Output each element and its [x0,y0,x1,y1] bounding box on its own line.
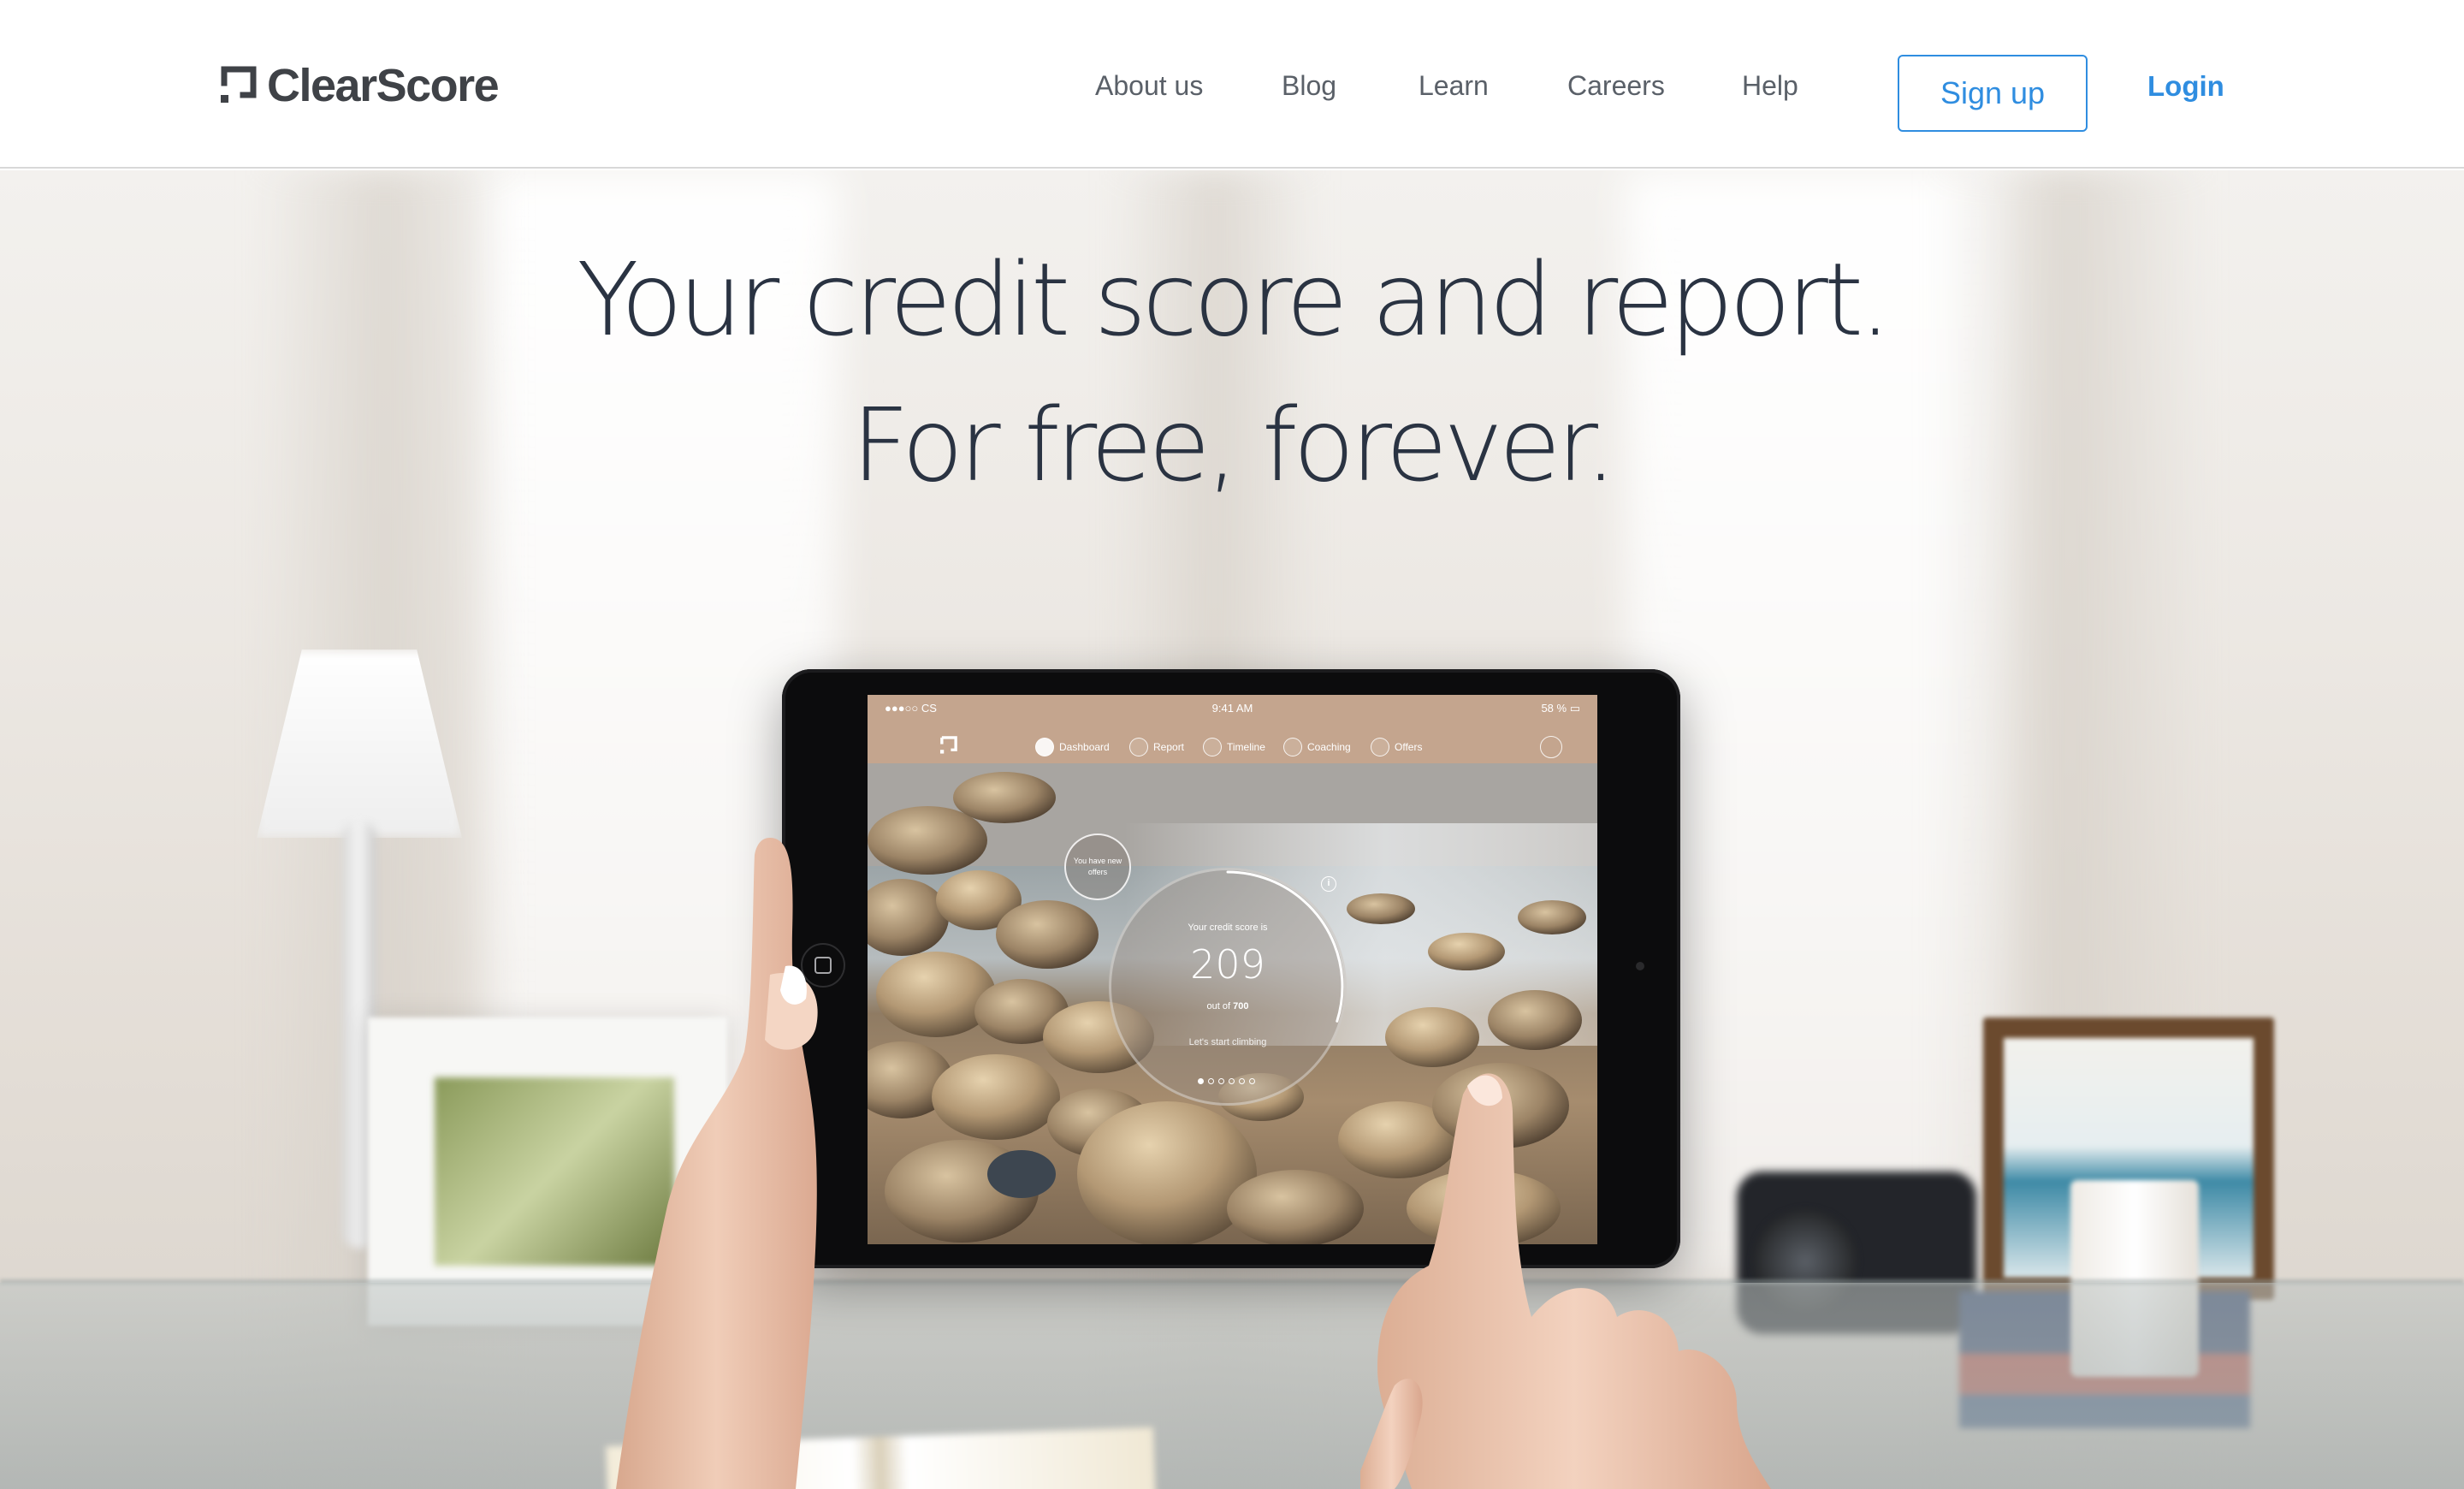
nav-help[interactable]: Help [1742,70,1798,102]
coaching-icon [1283,738,1302,756]
carousel-dot[interactable] [1208,1078,1214,1084]
hero-subheadline: For free, forever. [851,386,1616,504]
app-logo-icon[interactable] [939,736,958,755]
offers-icon [1371,738,1389,756]
hero-section: Your credit score and report. For free, … [0,170,2464,1489]
app-nav-coaching[interactable]: Coaching [1283,738,1351,756]
clearscore-logo-icon [221,66,257,105]
site-header: ClearScore About us Blog Learn Careers H… [0,0,2464,169]
battery-icon: ▭ [1569,702,1580,715]
sign-up-button[interactable]: Sign up [1898,55,2088,132]
status-time: 9:41 AM [1211,702,1253,715]
score-cta-text: Let's start climbing [1188,1037,1267,1047]
carousel-dots [1198,1078,1255,1084]
report-icon [1129,738,1148,756]
timeline-icon [1203,738,1222,756]
login-link[interactable]: Login [2147,70,2224,103]
nav-learn[interactable]: Learn [1419,70,1489,102]
nav-careers[interactable]: Careers [1567,70,1665,102]
profile-icon[interactable] [1540,736,1562,758]
app-nav-dashboard[interactable]: Dashboard [1035,738,1110,756]
glass-table [0,1283,2464,1489]
score-out-of: out of 700 [1206,1001,1249,1011]
app-navigation: Dashboard Report Timeline Coaching Offer… [868,729,1597,763]
hero-headline: Your credit score and report. [577,240,1891,359]
dashboard-icon [1035,738,1054,756]
score-caption: Your credit score is [1188,922,1268,933]
nav-about-us[interactable]: About us [1095,70,1203,102]
tablet-camera [1636,962,1644,970]
credit-score-value: 209 [1190,941,1265,988]
carousel-dot[interactable] [1249,1078,1255,1084]
right-hand-image [1360,1073,1771,1489]
carousel-dot[interactable] [1198,1078,1204,1084]
app-nav-report[interactable]: Report [1129,738,1184,756]
status-battery: 58 % ▭ [1541,702,1580,715]
app-nav-offers[interactable]: Offers [1371,738,1422,756]
nav-blog[interactable]: Blog [1282,70,1336,102]
info-icon[interactable]: i [1321,876,1336,892]
app-nav-timeline[interactable]: Timeline [1203,738,1265,756]
left-hand-image [616,838,818,1489]
clearscore-logo[interactable]: ClearScore [221,60,500,111]
carousel-dot[interactable] [1229,1078,1235,1084]
tablet-status-bar: ●●●○○ CS 9:41 AM 58 % ▭ [868,695,1597,719]
carousel-dot[interactable] [1239,1078,1245,1084]
carousel-dot[interactable] [1218,1078,1224,1084]
logo-wordmark: ClearScore [267,60,500,111]
